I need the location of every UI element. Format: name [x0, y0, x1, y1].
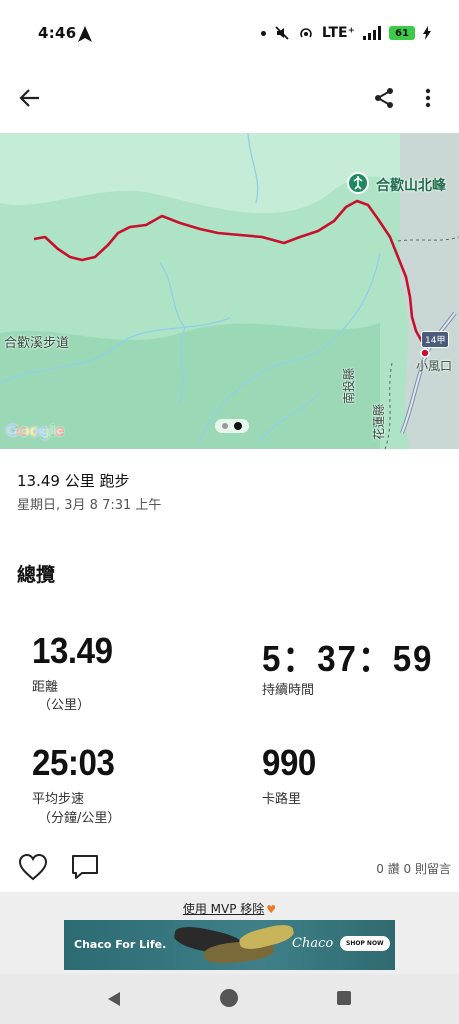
ad-banner[interactable]: Chaco For Life. Chaco SHOP NOW: [64, 920, 395, 970]
distance-value: 13.49: [32, 630, 113, 671]
system-back-icon[interactable]: [106, 991, 122, 1007]
duration-value: 5：37：59: [262, 638, 434, 679]
calories-label: 卡路里: [262, 792, 302, 807]
flame-icon: ♥: [266, 903, 277, 916]
more-vertical-icon: [425, 88, 431, 108]
system-recents-icon[interactable]: [337, 991, 351, 1005]
back-button[interactable]: [16, 84, 44, 112]
heart-icon: [18, 853, 48, 881]
ad-brand: Chaco: [292, 936, 334, 951]
status-icons: LTE⁺ 61: [260, 23, 431, 43]
comment-button[interactable]: [70, 853, 100, 881]
activity-title: 13.49 公里 跑步: [17, 472, 130, 490]
distance-unit: （公里）: [38, 698, 91, 713]
hotspot-icon: [300, 28, 312, 38]
share-button[interactable]: [370, 84, 398, 112]
status-time: 4:46: [38, 24, 77, 42]
network-type: LTE⁺: [321, 25, 355, 41]
arrow-left-icon: [19, 89, 39, 107]
pace-label: 平均步速: [32, 792, 85, 807]
app-bar: [0, 76, 459, 120]
activity-date: 星期日, 3月 8 7:31 上午: [17, 498, 162, 513]
notification-dot-icon: [260, 30, 266, 36]
system-home-icon[interactable]: [220, 989, 238, 1007]
remove-ads-link[interactable]: 使用 MVP 移除 ♥: [0, 900, 459, 917]
navigation-arrow-icon: [78, 26, 92, 42]
road-badge: 14甲: [421, 331, 450, 348]
map-county-label: 花蓮縣: [372, 403, 386, 440]
battery-icon: 61: [389, 26, 415, 40]
share-icon: [375, 88, 393, 108]
google-logo-text: Google: [6, 421, 65, 440]
more-options-button[interactable]: [414, 84, 442, 112]
mute-icon: [275, 26, 289, 40]
pager-dot-active[interactable]: [234, 422, 242, 430]
map-peak-label: 合歡山北峰: [376, 178, 446, 194]
like-button[interactable]: [18, 853, 48, 881]
status-bar: 4:46 LTE⁺ 61: [0, 0, 459, 64]
battery-level: 61: [395, 27, 409, 39]
pace-unit: （分鐘/公里）: [38, 811, 121, 826]
pager-dot[interactable]: [222, 423, 228, 429]
pace-value: 25:03: [32, 742, 115, 783]
comment-icon: [72, 855, 98, 879]
summary-title: 總攬: [17, 564, 56, 586]
distance-label: 距離: [32, 680, 59, 695]
shop-now-button[interactable]: SHOP NOW: [340, 936, 390, 951]
map-town-label: 小風口: [416, 359, 453, 373]
signal-icon: [363, 26, 381, 40]
ad-headline: Chaco For Life.: [74, 938, 167, 951]
google-logo: Google: [6, 421, 65, 441]
map-county-label: 南投縣: [342, 367, 356, 404]
calories-value: 990: [262, 742, 316, 783]
duration-label: 持續時間: [262, 683, 315, 698]
map-pager[interactable]: [215, 419, 249, 433]
remove-ads-text[interactable]: 使用 MVP 移除: [183, 902, 264, 916]
map-trail-label: 合歡溪步道: [4, 336, 70, 351]
likes-comments-count[interactable]: 0 讚 0 則留言: [376, 860, 451, 877]
charging-icon: [423, 26, 431, 40]
